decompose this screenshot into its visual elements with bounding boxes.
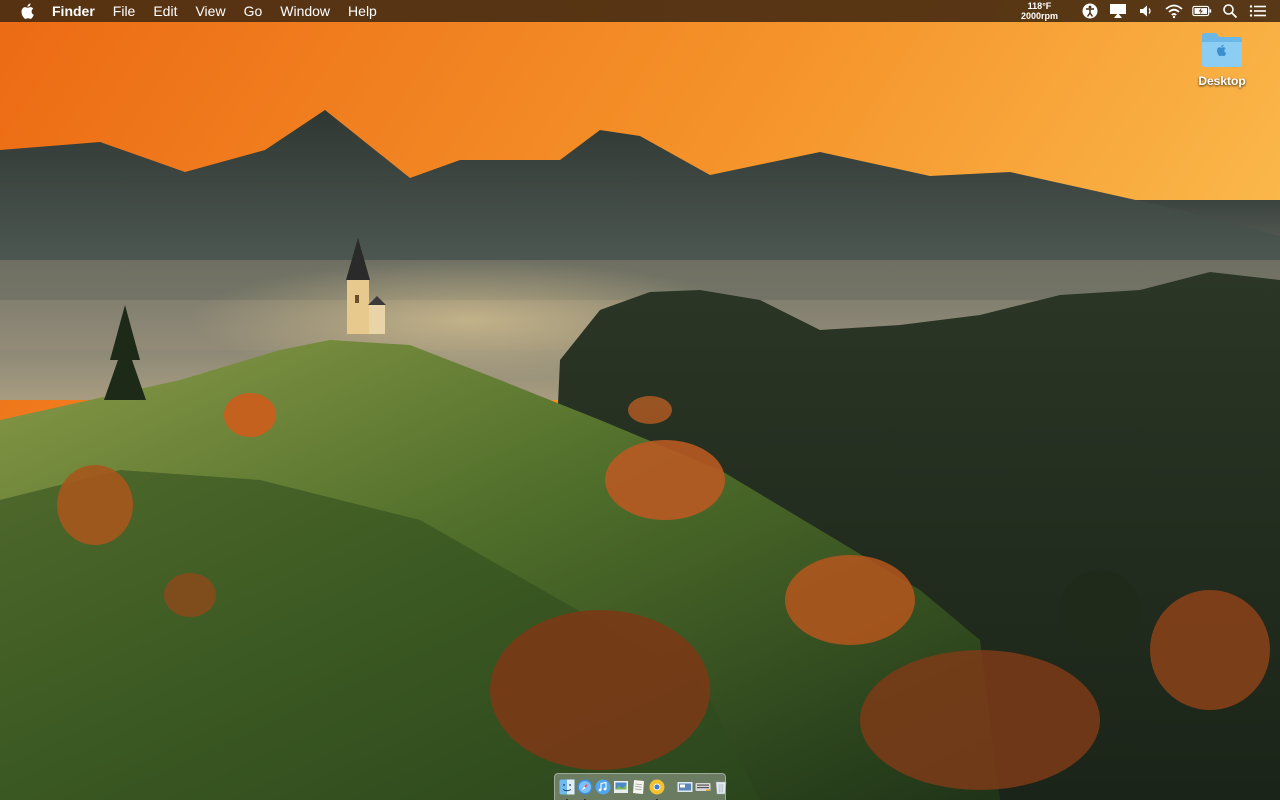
keyboard-icon — [695, 783, 711, 791]
folder-icon — [1202, 33, 1242, 67]
desktop[interactable]: Finder File Edit View Go Window Help 118… — [0, 0, 1280, 800]
safari-icon — [577, 779, 593, 795]
notification-center-icon[interactable] — [1248, 0, 1268, 22]
temperature-monitor[interactable]: 118°F 2000rpm — [1021, 1, 1058, 21]
dock-preview[interactable] — [613, 779, 629, 795]
menu-view[interactable]: View — [195, 0, 225, 22]
menu-go[interactable]: Go — [244, 0, 263, 22]
menu-help[interactable]: Help — [348, 0, 377, 22]
apple-logo-icon[interactable] — [18, 0, 36, 22]
chrome-icon — [649, 779, 665, 795]
dock-finder[interactable] — [559, 779, 575, 800]
trash-icon — [715, 781, 727, 795]
screenshot-icon — [677, 782, 693, 792]
dock-chrome[interactable] — [649, 779, 665, 800]
finder-icon — [559, 779, 575, 795]
menu-bar-status-area: 118°F 2000rpm — [1021, 0, 1280, 22]
menu-edit[interactable]: Edit — [153, 0, 177, 22]
dock-trash[interactable] — [713, 779, 729, 795]
textedit-icon — [633, 780, 644, 794]
dock — [554, 773, 729, 800]
accessibility-icon[interactable] — [1080, 0, 1100, 22]
desktop-folder[interactable]: Desktop — [1186, 30, 1258, 88]
menu-bar-left: Finder File Edit View Go Window Help — [0, 0, 395, 22]
desktop-folder-label: Desktop — [1198, 74, 1246, 88]
wifi-icon[interactable] — [1164, 0, 1184, 22]
volume-icon[interactable] — [1136, 0, 1156, 22]
fan-speed-value: 2000rpm — [1020, 11, 1058, 21]
dock-keyboard[interactable] — [695, 779, 711, 795]
battery-charging-icon[interactable] — [1192, 0, 1212, 22]
preview-icon — [614, 781, 628, 793]
itunes-icon — [595, 779, 611, 795]
wallpaper — [0, 0, 1280, 800]
menu-app-name[interactable]: Finder — [52, 0, 95, 22]
dock-textedit[interactable] — [631, 779, 647, 795]
dock-screenshot[interactable] — [677, 779, 693, 795]
menu-file[interactable]: File — [113, 0, 136, 22]
dock-itunes[interactable] — [595, 779, 611, 795]
spotlight-search-icon[interactable] — [1220, 0, 1240, 22]
temperature-value: 118°F — [1027, 1, 1052, 11]
menu-window[interactable]: Window — [280, 0, 330, 22]
dock-safari[interactable] — [577, 779, 593, 800]
menu-bar: Finder File Edit View Go Window Help 118… — [0, 0, 1280, 22]
airplay-display-icon[interactable] — [1108, 0, 1128, 22]
